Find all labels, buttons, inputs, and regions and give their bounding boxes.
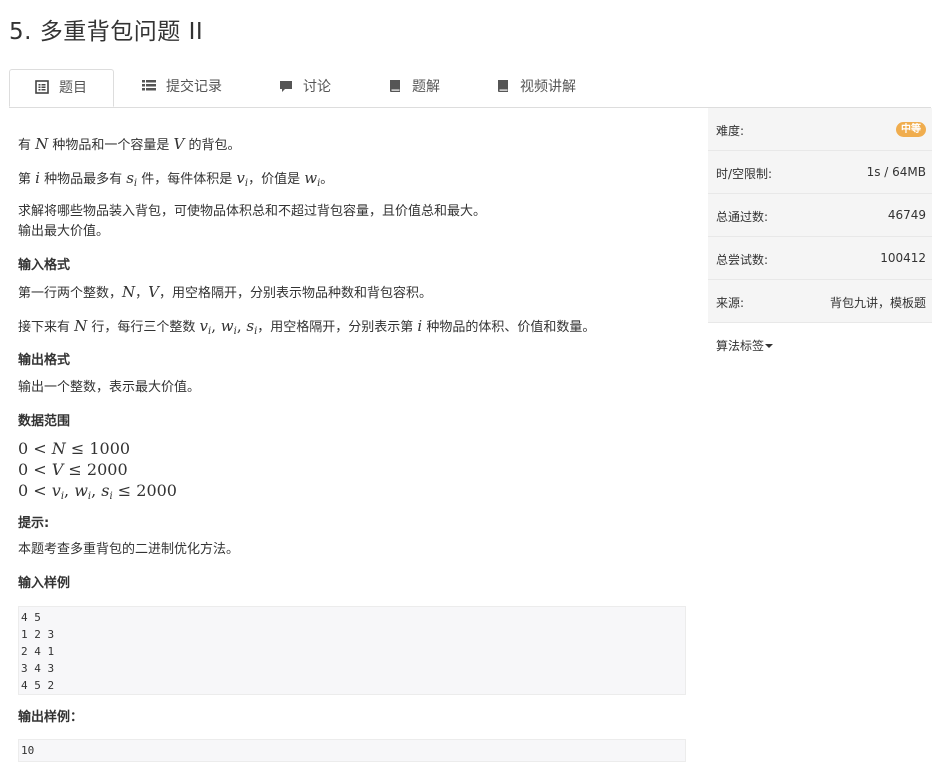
problem-statement-2: 第 i 种物品最多有 si 件，每件体积是 vi，价值是 wi。 xyxy=(18,169,334,189)
tried-value: 100412 xyxy=(880,251,926,265)
limit-value: 1s / 64MB xyxy=(866,165,926,179)
tab-discussion[interactable]: 讨论 xyxy=(279,69,331,106)
list-icon xyxy=(142,79,156,93)
code-line: 4 5 2 xyxy=(21,679,55,692)
caret-down-icon xyxy=(765,344,774,348)
hint-text: 本题考查多重背包的二进制优化方法。 xyxy=(18,542,240,557)
comment-icon xyxy=(279,79,293,93)
limit-label: 时/空限制: xyxy=(716,167,773,181)
code-line: 2 4 1 xyxy=(21,645,55,658)
input-format-line-2: 接下来有 N 行，每行三个整数 vi, wi, si，用空格隔开，分别表示第 i… xyxy=(18,317,596,337)
hint-heading: 提示: xyxy=(18,516,50,531)
tab-video[interactable]: 视频讲解 xyxy=(496,69,576,106)
algorithm-tags-toggle[interactable]: 算法标签 xyxy=(716,337,774,354)
source-value: 背包九讲，模板题 xyxy=(829,296,926,310)
book-icon xyxy=(496,79,510,93)
code-line: 10 xyxy=(21,744,35,757)
list-alt-icon xyxy=(35,80,49,94)
code-line: 3 4 3 xyxy=(21,662,55,675)
data-range-1: 0 < N ≤ 1000 xyxy=(18,439,131,458)
code-line: 4 5 xyxy=(21,611,41,624)
tab-problem[interactable]: 题目 xyxy=(9,69,114,107)
output-format-heading: 输出格式 xyxy=(18,353,71,368)
sample-input-heading: 输入样例 xyxy=(18,576,71,591)
tab-label: 视频讲解 xyxy=(520,79,576,95)
data-range-3: 0 < vi, wi, si ≤ 2000 xyxy=(18,481,177,502)
difficulty-badge: 中等 xyxy=(896,122,926,137)
passed-value: 46749 xyxy=(887,208,926,222)
passed-label: 总通过数: xyxy=(716,210,769,224)
code-line: 1 2 3 xyxy=(21,628,55,641)
input-format-line-1: 第一行两个整数，N，V，用空格隔开，分别表示物品种数和背包容积。 xyxy=(18,283,433,301)
source-label: 来源: xyxy=(716,296,745,310)
output-format-line: 输出一个整数，表示最大价值。 xyxy=(18,380,201,395)
tab-label: 提交记录 xyxy=(166,79,222,95)
input-format-heading: 输入格式 xyxy=(18,258,71,273)
tab-label: 讨论 xyxy=(303,79,331,95)
difficulty-row: 难度: 中等 xyxy=(708,108,932,151)
tab-solutions[interactable]: 题解 xyxy=(388,69,440,106)
tab-label: 题解 xyxy=(412,79,440,95)
sample-input-block[interactable]: 4 5 1 2 3 2 4 1 3 4 3 4 5 2 xyxy=(18,606,686,695)
limit-row: 时/空限制: 1s / 64MB xyxy=(708,151,932,194)
data-range-heading: 数据范围 xyxy=(18,414,71,429)
tab-submissions[interactable]: 提交记录 xyxy=(142,69,222,106)
tab-label: 题目 xyxy=(59,80,87,96)
page-title: 5. 多重背包问题 II xyxy=(9,19,204,45)
problem-info-panel: 难度: 中等 时/空限制: 1s / 64MB 总通过数: 46749 总尝试数… xyxy=(708,108,932,365)
problem-statement-4: 输出最大价值。 xyxy=(18,224,110,239)
problem-statement-1: 有 N 种物品和一个容量是 V 的背包。 xyxy=(18,135,241,153)
algorithm-tags-row[interactable]: 算法标签 xyxy=(708,323,932,365)
sample-output-heading: 输出样例： xyxy=(18,710,84,725)
data-range-2: 0 < V ≤ 2000 xyxy=(18,460,128,479)
tried-row: 总尝试数: 100412 xyxy=(708,237,932,280)
book-icon xyxy=(388,79,402,93)
tab-bar: 题目 提交记录 讨论 题解 视频讲解 xyxy=(9,69,931,108)
tried-label: 总尝试数: xyxy=(716,253,769,267)
sample-output-block[interactable]: 10 xyxy=(18,739,686,762)
problem-statement-3: 求解将哪些物品装入背包，可使物品体积总和不超过背包容量，且价值总和最大。 xyxy=(18,204,487,219)
passed-row: 总通过数: 46749 xyxy=(708,194,932,237)
difficulty-label: 难度: xyxy=(716,124,745,138)
source-row: 来源: 背包九讲，模板题 xyxy=(708,280,932,323)
